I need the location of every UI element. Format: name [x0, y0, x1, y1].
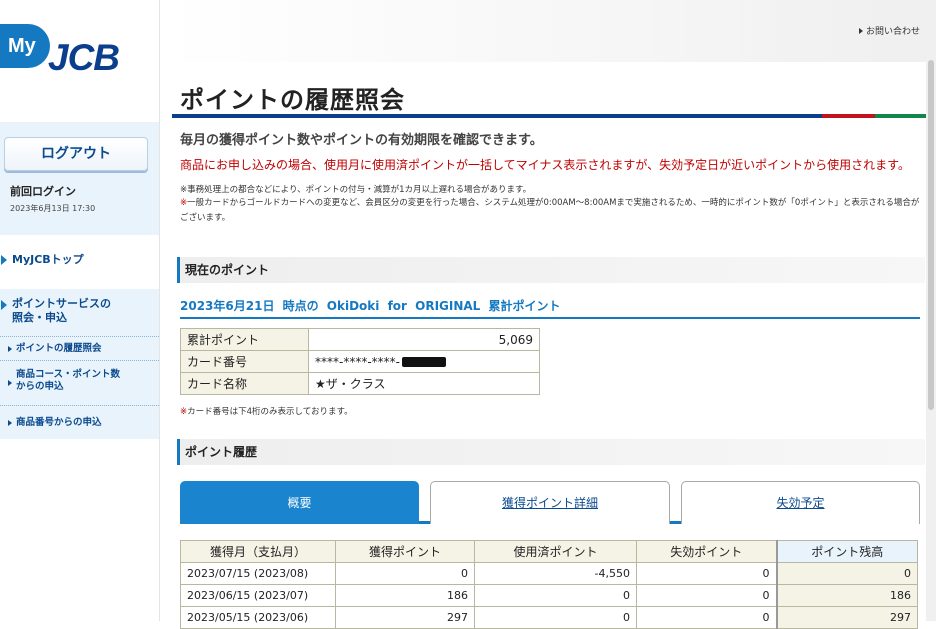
- vertical-scrollbar[interactable]: [926, 0, 936, 621]
- logo-jcb: JCB: [48, 37, 120, 78]
- col-expired: 失効ポイント: [636, 540, 777, 563]
- sidebar-item-point-history[interactable]: ポイントの履歴照会: [0, 336, 159, 360]
- title-rule: [172, 114, 928, 118]
- card-number-note-text: カード番号は下4桁のみ表示しております。: [187, 407, 353, 417]
- last-login-date: 2023年6月13日 17:30: [10, 204, 96, 213]
- note-zero-text: 一般カードからゴールドカードへの変更など、会員区分の変更を行った場合、システム処…: [180, 198, 920, 223]
- card-number-value: ****-****-****-: [315, 354, 400, 369]
- table-row: カード名称 ★ザ・クラス: [180, 372, 540, 395]
- redaction-block: [402, 357, 446, 367]
- total-point-label: 累計ポイント: [180, 328, 309, 351]
- logo-my: My: [0, 24, 50, 68]
- cell-used: 0: [474, 584, 637, 607]
- note-delay-text: 事務処理上の都合などにより、ポイントの付与・減算が1カ月以上遅れる場合があります…: [187, 185, 532, 195]
- cell-month: 2023/05/15 (2023/06): [180, 606, 336, 629]
- tab-summary[interactable]: 概要: [180, 481, 419, 524]
- card-number-label: カード番号: [180, 350, 309, 373]
- point-history-table: 獲得月（支払月） 獲得ポイント 使用済ポイント 失効ポイント ポイント残高 20…: [180, 540, 918, 629]
- nav-point-service-heading[interactable]: ポイントサービスの 照会・申込: [0, 297, 159, 325]
- note-zero-display: ※一般カードからゴールドカードへの変更など、会員区分の変更を行った場合、システム…: [180, 196, 924, 226]
- cell-expired: 0: [636, 606, 777, 629]
- card-name-value: ★ザ・クラス: [308, 372, 540, 395]
- top-bar: お問い合わせ: [160, 0, 936, 62]
- current-point-table: 累計ポイント 5,069 カード番号 ****-****-****- カード名称…: [180, 328, 540, 395]
- col-earned: 獲得ポイント: [335, 540, 475, 563]
- tab-earned-detail[interactable]: 獲得ポイント詳細: [430, 481, 670, 524]
- cell-used: -4,550: [474, 562, 637, 585]
- table-row: カード番号 ****-****-****-: [180, 350, 540, 373]
- col-month: 獲得月（支払月）: [180, 540, 336, 563]
- cell-balance: 297: [775, 606, 918, 629]
- logout-button[interactable]: ログアウト: [4, 137, 148, 171]
- current-point-heading: 現在のポイント: [177, 257, 925, 283]
- cell-used: 0: [474, 606, 637, 629]
- table-header-row: 獲得月（支払月） 獲得ポイント 使用済ポイント 失効ポイント ポイント残高: [180, 540, 918, 563]
- main-content: ポイントの履歴照会 毎月の獲得ポイント数やポイントの有効期限を確認できます。 商…: [160, 62, 936, 629]
- usage-warning: 商品にお申し込みの場合、使用月に使用済ポイントが一括してマイナス表示されますが、…: [180, 158, 910, 172]
- card-number-note: ※カード番号は下4桁のみ表示しております。: [180, 405, 353, 420]
- history-tabs: 概要 獲得ポイント詳細 失効予定: [180, 481, 920, 524]
- cell-month: 2023/07/15 (2023/08): [180, 562, 336, 585]
- scrollbar-thumb[interactable]: [928, 60, 934, 410]
- card-name-label: カード名称: [180, 372, 309, 395]
- card-number-cell: ****-****-****-: [308, 350, 540, 373]
- current-point-subtitle: 2023年6月21日 時点の OkiDoki for ORIGINAL 累計ポイ…: [180, 297, 920, 319]
- sidebar-item-number-apply[interactable]: 商品番号からの申込: [0, 405, 159, 439]
- table-row: 2023/07/15 (2023/08) 0 -4,550 0 0: [180, 562, 918, 585]
- col-balance: ポイント残高: [775, 540, 918, 563]
- page-title: ポイントの履歴照会: [180, 86, 405, 114]
- cell-earned: 0: [335, 562, 475, 585]
- myjcb-logo[interactable]: My JCB: [0, 24, 158, 80]
- total-point-value: 5,069: [308, 328, 540, 351]
- cell-expired: 0: [636, 562, 777, 585]
- col-used: 使用済ポイント: [474, 540, 637, 563]
- cell-balance: 0: [775, 562, 918, 585]
- table-row: 2023/05/15 (2023/06) 297 0 0 297: [180, 606, 918, 629]
- contact-link[interactable]: お問い合わせ: [859, 24, 920, 37]
- page-description: 毎月の獲得ポイント数やポイントの有効期限を確認できます。: [180, 133, 543, 148]
- cell-earned: 297: [335, 606, 475, 629]
- sidebar: My JCB ログアウト 前回ログイン 2023年6月13日 17:30 MyJ…: [0, 0, 160, 621]
- cell-earned: 186: [335, 584, 475, 607]
- tab-expiry[interactable]: 失効予定: [681, 481, 920, 524]
- nav-point-service: ポイントサービスの 照会・申込 ポイントの履歴照会 商品コース・ポイント数 からの申…: [0, 289, 159, 439]
- cell-month: 2023/06/15 (2023/07): [180, 584, 336, 607]
- table-row: 累計ポイント 5,069: [180, 328, 540, 351]
- nav-myjcb-top[interactable]: MyJCBトップ: [0, 249, 159, 271]
- sidebar-item-course-apply[interactable]: 商品コース・ポイント数 からの申込: [0, 360, 159, 405]
- table-row: 2023/06/15 (2023/07) 186 0 0 186: [180, 584, 918, 607]
- cell-balance: 186: [775, 584, 918, 607]
- last-login-label: 前回ログイン: [10, 185, 76, 198]
- login-panel: ログアウト 前回ログイン 2023年6月13日 17:30: [0, 122, 159, 235]
- point-history-heading: ポイント履歴: [177, 439, 925, 465]
- cell-expired: 0: [636, 584, 777, 607]
